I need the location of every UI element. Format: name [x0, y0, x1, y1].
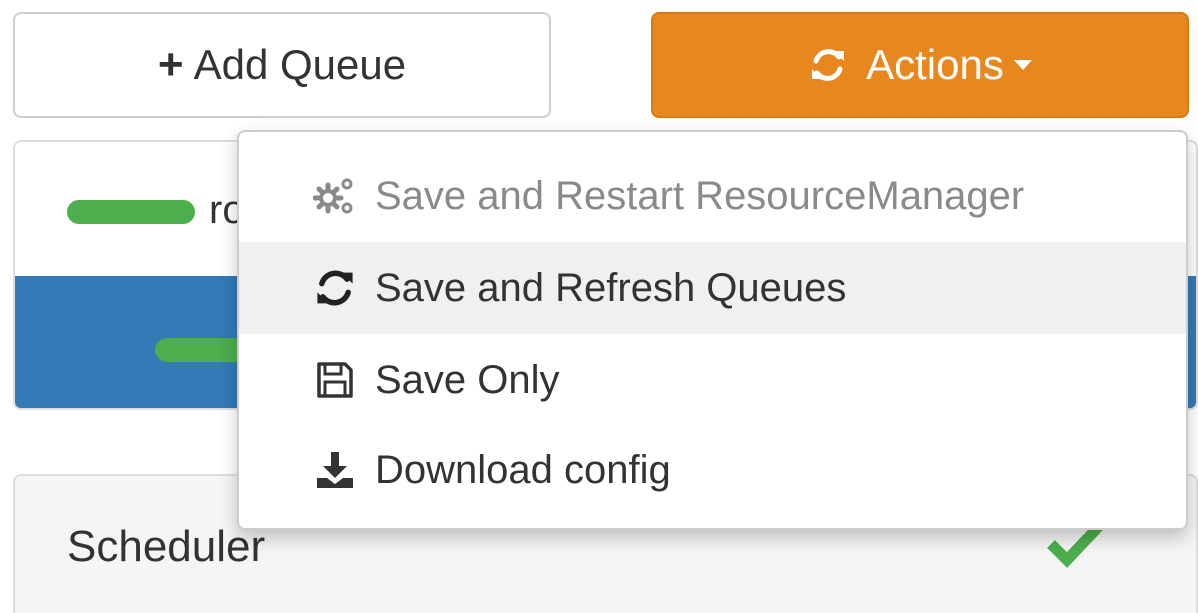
add-queue-label: Add Queue: [193, 41, 407, 88]
menu-item-save-and-restart[interactable]: Save and Restart ResourceManager: [239, 150, 1186, 242]
menu-item-label: Download config: [375, 447, 671, 492]
capacity-bar: [67, 200, 195, 224]
menu-item-label: Save and Refresh Queues: [375, 265, 847, 310]
plus-icon: +: [157, 40, 184, 89]
page: + Add Queue Actions ro Scheduler Save an…: [0, 0, 1198, 613]
floppy-disk-icon: [317, 362, 353, 398]
menu-item-save-only[interactable]: Save Only: [239, 334, 1186, 426]
gears-icon: [313, 178, 353, 214]
add-queue-button[interactable]: + Add Queue: [13, 12, 551, 118]
actions-button[interactable]: Actions: [651, 12, 1189, 118]
menu-item-download-config[interactable]: Download config: [239, 424, 1186, 516]
actions-label: Actions: [866, 41, 1004, 88]
menu-item-save-and-refresh[interactable]: Save and Refresh Queues: [239, 242, 1186, 334]
actions-dropdown-menu: Save and Restart ResourceManager Save an…: [237, 130, 1188, 530]
download-icon: [317, 452, 353, 488]
scheduler-title: Scheduler: [67, 522, 266, 571]
menu-item-label: Save Only: [375, 357, 560, 402]
menu-item-label: Save and Restart ResourceManager: [375, 173, 1025, 218]
chevron-down-icon: [1013, 60, 1032, 70]
refresh-icon: [317, 270, 353, 306]
refresh-icon: [812, 49, 845, 81]
